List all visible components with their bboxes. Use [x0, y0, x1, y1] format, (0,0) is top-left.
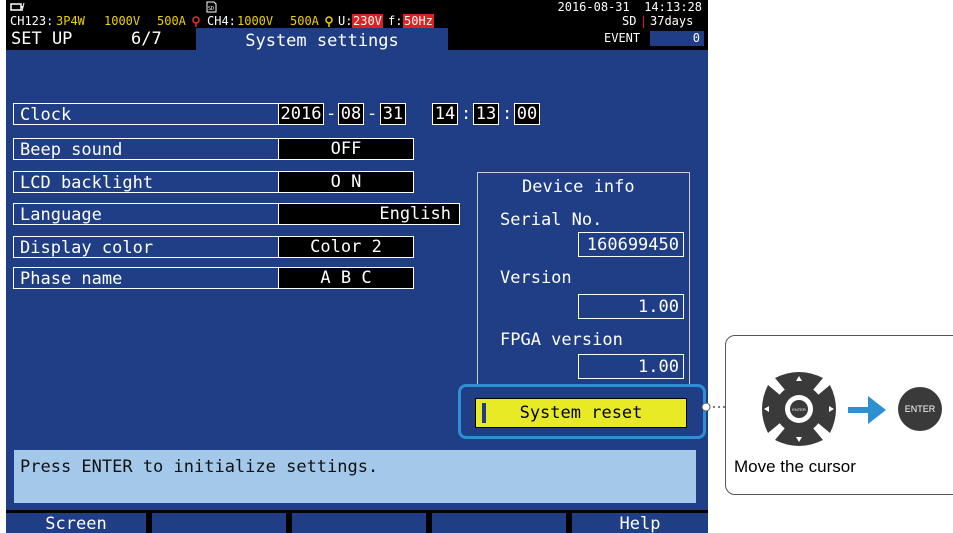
voltage-range-a: 1000V: [104, 14, 141, 28]
event-count: 0: [650, 31, 704, 46]
phase-name-value[interactable]: A B C: [278, 267, 414, 289]
event-label: EVENT: [604, 31, 641, 45]
sd-label: SD: [622, 14, 637, 28]
clock-hour-field[interactable]: 14: [432, 103, 458, 125]
move-cursor-caption: Move the cursor: [734, 457, 856, 476]
clock-minute-field[interactable]: 13: [473, 103, 499, 125]
f5-help-key[interactable]: Help: [572, 513, 708, 533]
arrow-right-icon: [848, 396, 886, 424]
language-label: Language: [13, 203, 279, 225]
datetime-readout: 2016-08-31 14:13:28: [557, 0, 703, 14]
language-value[interactable]: English: [278, 203, 460, 225]
mode-label: SET UP: [11, 29, 73, 49]
enter-key-label: ENTER: [904, 404, 936, 414]
status-bar-top: SD 2016-08-31 14:13:28: [6, 0, 708, 14]
page-indicator: 6/7: [131, 29, 162, 49]
voltage-range-b: 1000V: [237, 14, 274, 28]
sd-divider: |: [640, 14, 648, 28]
mode-indicator: SET UP 6/7: [6, 28, 196, 50]
fpga-version-value: 1.00: [578, 354, 684, 379]
clock-second-field[interactable]: 00: [514, 103, 540, 125]
wiring-label: 3P4W: [56, 14, 85, 28]
channel-b-label: CH4:: [207, 14, 236, 28]
version-value: 1.00: [578, 294, 684, 319]
serial-number-value: 160699450: [578, 232, 684, 257]
frequency-value: 50Hz: [403, 14, 434, 28]
current-range-b: 500A: [290, 14, 319, 28]
current-range-a: 500A: [157, 14, 186, 28]
sd-remaining-days: 37days: [650, 14, 694, 28]
voltage-nominal-value: 230V: [352, 14, 383, 28]
help-message: Press ENTER to initialize settings.: [14, 450, 696, 503]
f4-key[interactable]: [432, 513, 566, 533]
display-color-label: Display color: [13, 236, 279, 258]
device-info-title: Device info: [522, 177, 635, 197]
frequency-label: f:: [388, 14, 403, 28]
clock-time-separator: :: [461, 104, 472, 124]
lcd-backlight-value[interactable]: O N: [278, 171, 414, 193]
svg-text:SD: SD: [208, 6, 214, 12]
clock-day-field[interactable]: 31: [380, 103, 406, 125]
channel-a-label: CH123:: [10, 14, 54, 28]
status-bar-measure: CH123: 3P4W 1000V 500A CH4: 1000V 500A U…: [6, 14, 708, 28]
page-title[interactable]: System settings: [196, 28, 448, 52]
f1-screen-key[interactable]: Screen: [6, 513, 146, 533]
beep-sound-value[interactable]: OFF: [278, 138, 414, 160]
cursor-keys-icon: ENTER: [762, 372, 836, 446]
f2-key[interactable]: [152, 513, 286, 533]
f3-key[interactable]: [292, 513, 426, 533]
voltage-nominal-label: U:: [338, 14, 353, 28]
clock-time-separator: :: [502, 104, 513, 124]
lcd-backlight-label: LCD backlight: [13, 171, 279, 193]
version-label: Version: [500, 268, 572, 288]
clock-month-field[interactable]: 08: [338, 103, 364, 125]
clock-date-separator: -: [367, 104, 378, 124]
device-screen: SD 2016-08-31 14:13:28 CH123: 3P4W 1000V…: [6, 0, 708, 533]
beep-sound-label: Beep sound: [13, 138, 279, 160]
clock-label: Clock: [13, 103, 279, 125]
serial-number-label: Serial No.: [500, 210, 603, 230]
fpga-version-label: FPGA version: [500, 330, 623, 350]
svg-text:ENTER: ENTER: [792, 407, 806, 412]
phase-name-label: Phase name: [13, 267, 279, 289]
clock-date-separator: -: [326, 104, 337, 124]
display-color-value[interactable]: Color 2: [278, 236, 414, 258]
clock-year-field[interactable]: 2016: [278, 103, 324, 125]
highlight-frame: [458, 384, 706, 439]
